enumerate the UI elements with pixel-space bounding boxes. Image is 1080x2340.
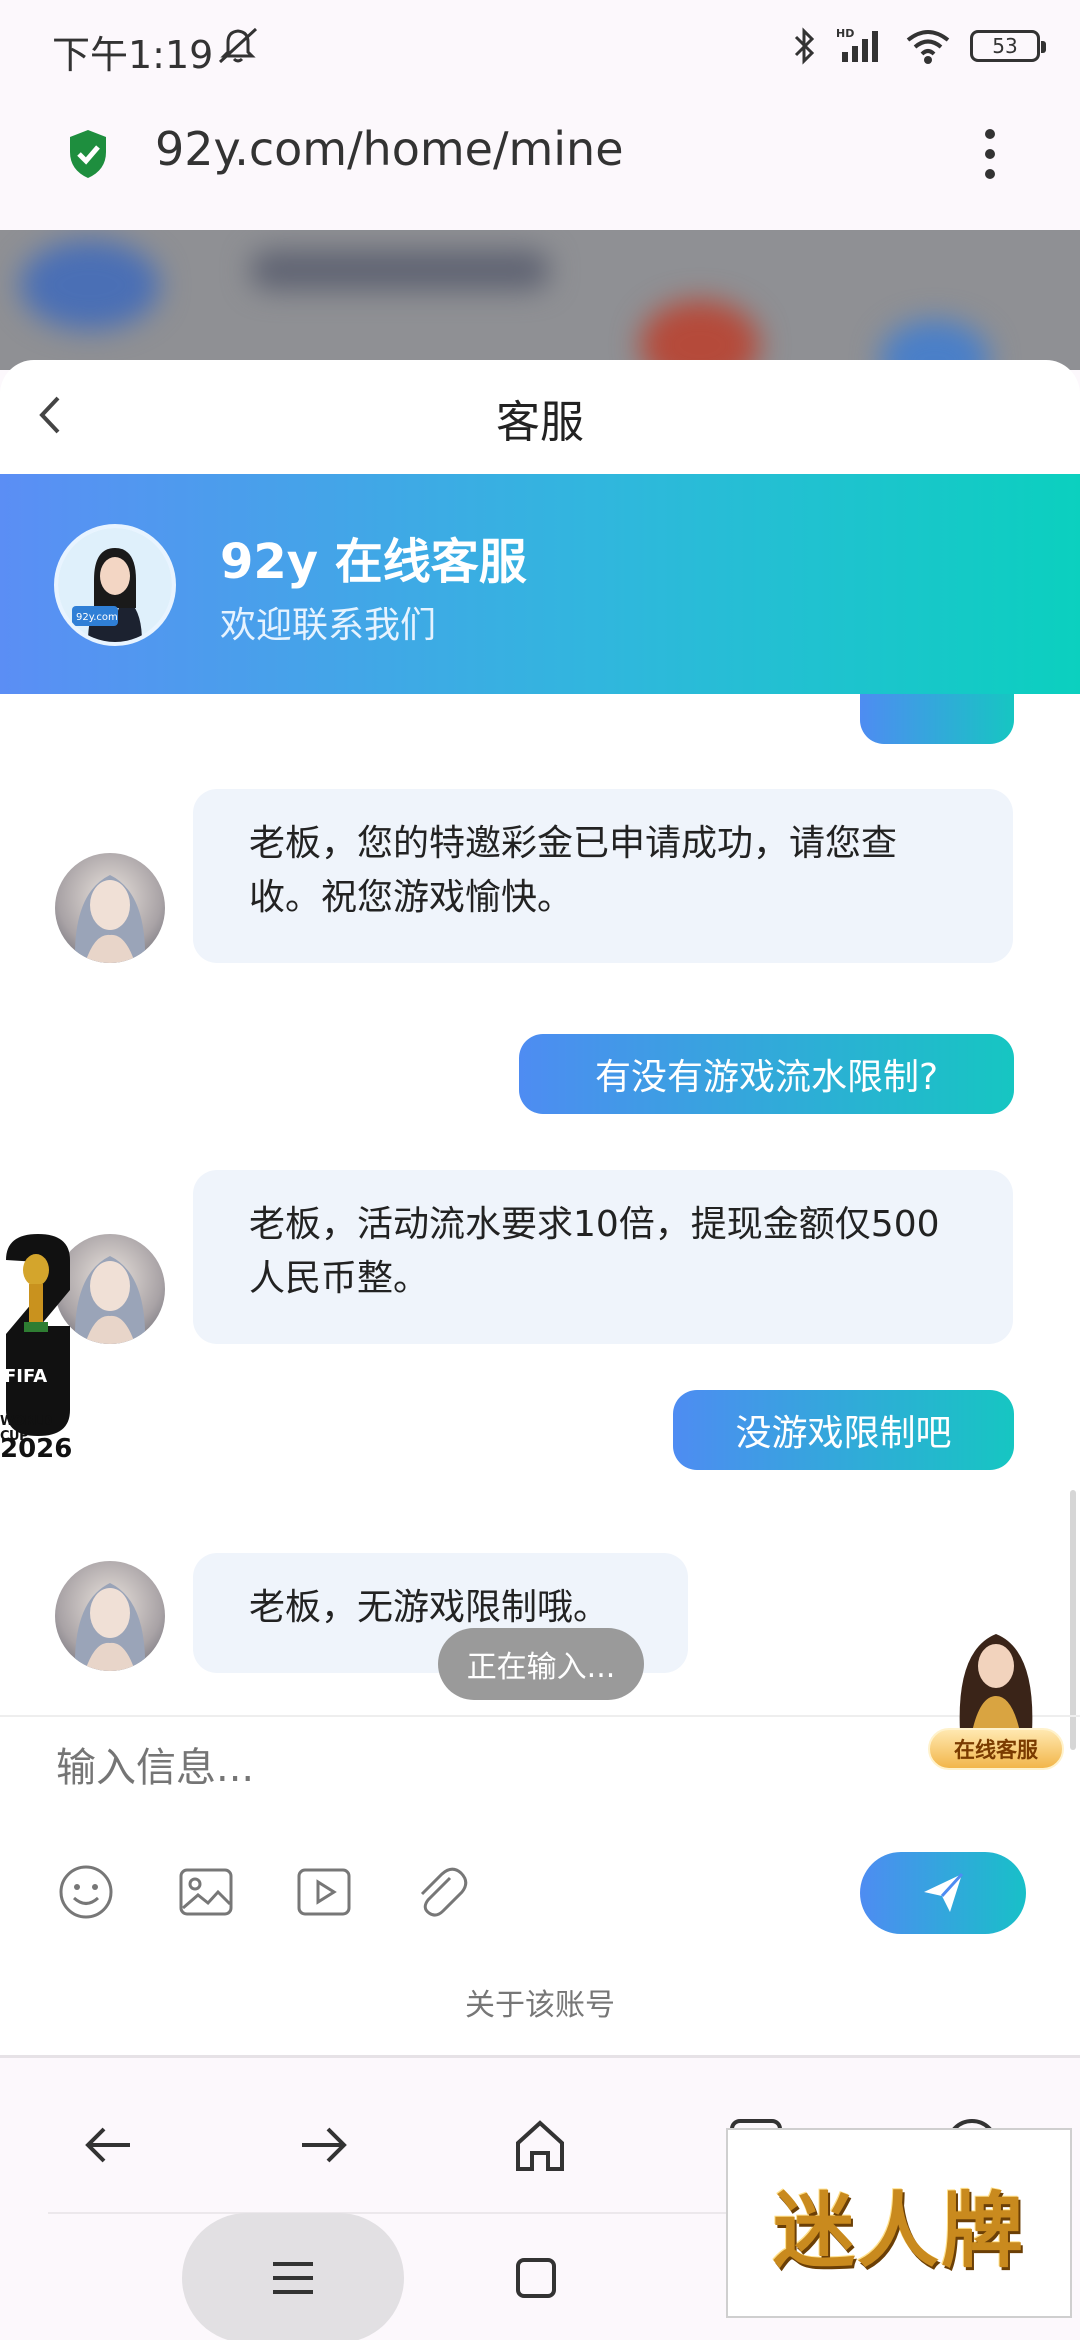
sheet-header: 客服 [0, 360, 1080, 472]
more-options-icon[interactable] [975, 128, 1005, 180]
world-cup-sticker: FIFA WORLD CUP 2026 [0, 1230, 78, 1470]
agent-banner: 92y.com 92y 在线客服 欢迎联系我们 [0, 474, 1080, 694]
world-cup-year: 2026 [0, 1434, 73, 1464]
wifi-icon [906, 30, 950, 64]
system-menu-button[interactable] [182, 2213, 404, 2340]
status-bar: 下午1:19 HD 53 [0, 0, 1080, 90]
background-page [0, 230, 1080, 370]
blurred-text [250, 250, 550, 290]
chat-bubble-incoming: 老板，您的特邀彩金已申请成功，请您查收。祝您游戏愉快。 [193, 789, 1013, 963]
system-home-button[interactable] [516, 2258, 556, 2298]
video-icon[interactable] [294, 1862, 354, 1922]
back-arrow-icon[interactable] [76, 2113, 140, 2177]
watermark: 迷人牌 [726, 2128, 1072, 2318]
blurred-logo [20, 240, 160, 330]
online-service-widget[interactable]: 在线客服 [928, 1620, 1064, 1770]
chat-bubble-outgoing: 有没有游戏流水限制? [519, 1034, 1014, 1114]
status-time: 下午1:19 [52, 33, 214, 77]
svg-text:HD: HD [836, 27, 854, 40]
sheet-title: 客服 [496, 397, 584, 448]
customer-service-sheet: 客服 92y.com 92y 在线客服 欢迎联系我们 老板，您的特邀彩金已申请成… [0, 360, 1080, 2055]
support-avatar [55, 1561, 165, 1671]
shield-icon [70, 130, 106, 178]
attachment-icon[interactable] [410, 1862, 470, 1922]
battery-icon: 53 [970, 30, 1046, 62]
signal-icon: HD [836, 27, 878, 62]
about-account-link[interactable]: 关于该账号 [0, 1980, 1080, 2024]
svg-text:92y.com: 92y.com [76, 612, 118, 623]
image-icon[interactable] [176, 1862, 236, 1922]
send-icon [924, 1872, 964, 1912]
online-service-label[interactable]: 在线客服 [928, 1728, 1064, 1770]
emoji-icon[interactable] [56, 1862, 116, 1922]
watermark-text: 迷人牌 [772, 2183, 1025, 2279]
message-input[interactable] [56, 1745, 856, 1791]
fifa-label: FIFA [4, 1366, 48, 1387]
support-avatar [55, 853, 165, 963]
agent-avatar: 92y.com [54, 524, 176, 646]
chat-bubble-incoming: 老板，活动流水要求10倍，提现金额仅500人民币整。 [193, 1170, 1013, 1344]
scrollbar[interactable] [1070, 1490, 1076, 1750]
menu-icon [273, 2262, 313, 2294]
typing-indicator: 正在输入... [438, 1628, 644, 1700]
url-text[interactable]: 92y.com/home/mine [155, 122, 624, 176]
agent-subtitle: 欢迎联系我们 [220, 605, 437, 646]
mute-icon [218, 27, 258, 64]
bluetooth-icon [794, 27, 815, 65]
send-button[interactable] [860, 1852, 1026, 1934]
status-icons: HD 53 [792, 26, 1046, 66]
agent-name: 92y 在线客服 [220, 534, 527, 590]
url-bar[interactable]: 92y.com/home/mine [0, 90, 1080, 230]
composer-divider [0, 1715, 1080, 1717]
home-icon[interactable] [508, 2113, 572, 2177]
chat-bubble-outgoing: 没游戏限制吧 [673, 1390, 1014, 1470]
forward-arrow-icon[interactable] [292, 2113, 356, 2177]
